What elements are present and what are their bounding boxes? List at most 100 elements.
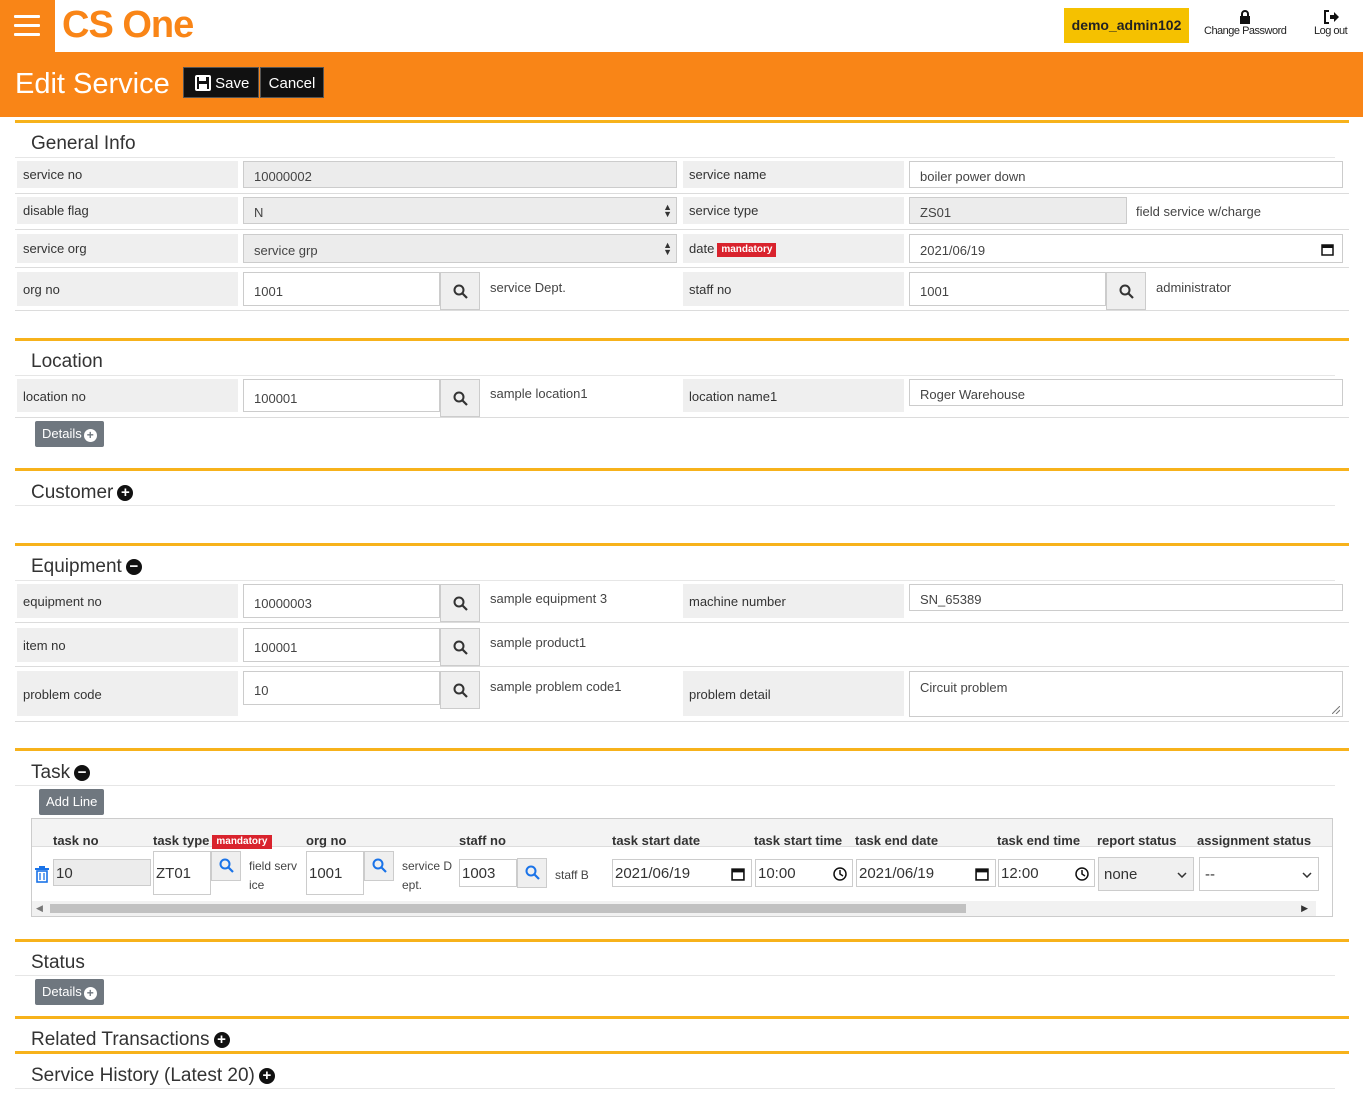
task-staff-search-button[interactable]: [517, 858, 547, 888]
section-divider: [15, 1051, 1349, 1054]
problem-detail-textarea[interactable]: Circuit problem: [909, 671, 1343, 717]
divider: [15, 580, 1335, 581]
staff-no-search-button[interactable]: [1106, 272, 1146, 310]
search-icon: [525, 865, 540, 880]
user-badge[interactable]: demo_admin102: [1064, 8, 1189, 43]
search-icon: [372, 858, 387, 873]
machine-number-field[interactable]: SN_65389: [909, 584, 1343, 611]
chevron-down-icon: [1302, 872, 1312, 878]
clock-icon[interactable]: [833, 867, 847, 881]
calendar-icon[interactable]: [731, 867, 745, 881]
section-divider: [15, 939, 1349, 942]
logout-label: Log out: [1314, 25, 1348, 37]
collapse-icon[interactable]: −: [125, 559, 142, 575]
scroll-left-icon[interactable]: ◀: [36, 903, 43, 914]
col-task-no: task no: [53, 833, 99, 848]
problem-code-search-button[interactable]: [440, 671, 480, 709]
service-org-select[interactable]: service grp ▲ ▼: [243, 234, 677, 263]
task-org-search-button[interactable]: [364, 851, 394, 881]
equipment-no-field[interactable]: 10000003: [243, 584, 440, 618]
add-line-button[interactable]: Add Line: [39, 789, 105, 815]
task-type-field[interactable]: ZT01: [153, 851, 211, 895]
task-end-date-field[interactable]: 2021/06/19: [856, 859, 996, 887]
horizontal-scrollbar[interactable]: ◀ ▶: [32, 901, 1316, 916]
col-task-end-time: task end time: [997, 833, 1081, 848]
service-history-title[interactable]: Service History (Latest 20) +: [31, 1065, 275, 1087]
task-type-search-button[interactable]: [211, 851, 241, 881]
machine-number-label: machine number: [683, 584, 904, 618]
general-info-title: General Info: [31, 133, 136, 154]
equipment-title[interactable]: Equipment −: [31, 556, 142, 578]
related-transactions-title[interactable]: Related Transactions +: [31, 1029, 230, 1051]
item-no-field[interactable]: 100001: [243, 628, 440, 662]
service-no-field[interactable]: 10000002: [243, 161, 677, 188]
date-label: date mandatory: [683, 234, 904, 263]
problem-code-field[interactable]: 10: [243, 671, 440, 705]
service-org-label: service org: [17, 234, 238, 263]
service-name-field[interactable]: boiler power down: [909, 161, 1343, 188]
expand-icon[interactable]: +: [117, 485, 134, 501]
task-end-time-field[interactable]: 12:00: [998, 859, 1095, 887]
expand-icon[interactable]: +: [258, 1068, 275, 1084]
item-no-label: item no: [17, 628, 238, 662]
clock-icon[interactable]: [1075, 867, 1089, 881]
divider: [15, 975, 1335, 976]
equipment-no-search-button[interactable]: [440, 584, 480, 622]
service-type-field[interactable]: ZS01: [909, 197, 1127, 224]
plus-circle-icon: +: [83, 429, 97, 442]
location-details-button[interactable]: Details +: [35, 421, 104, 447]
equipment-no-label: equipment no: [17, 584, 238, 618]
staff-no-field[interactable]: 1001: [909, 272, 1106, 306]
divider: [15, 721, 1349, 722]
plus-circle-icon: +: [83, 987, 97, 1000]
calendar-icon[interactable]: [1321, 243, 1334, 256]
app-logo[interactable]: CS One: [62, 4, 194, 47]
menu-icon[interactable]: [0, 0, 55, 52]
cancel-button[interactable]: Cancel: [260, 67, 324, 98]
task-title[interactable]: Task −: [31, 762, 91, 784]
logout-button[interactable]: Log out: [1314, 10, 1348, 37]
location-no-search-button[interactable]: [440, 379, 480, 417]
divider: [15, 310, 1349, 311]
task-no-field[interactable]: 10: [53, 859, 151, 886]
logout-icon: [1323, 10, 1339, 24]
customer-title[interactable]: Customer +: [31, 482, 134, 504]
task-start-time-field[interactable]: 10:00: [755, 859, 853, 887]
problem-code-label: problem code: [17, 671, 238, 716]
divider: [15, 417, 1349, 418]
save-button[interactable]: Save: [183, 67, 259, 98]
section-divider: [15, 748, 1349, 751]
expand-icon[interactable]: +: [213, 1032, 230, 1048]
task-staff-desc: staff B: [555, 868, 589, 882]
status-details-button[interactable]: Details +: [35, 979, 104, 1005]
org-no-search-button[interactable]: [440, 272, 480, 310]
col-task-type: task type mandatory: [153, 833, 272, 849]
resize-handle-icon[interactable]: [1332, 706, 1340, 714]
trash-icon[interactable]: [35, 866, 49, 883]
disable-flag-select[interactable]: N ▲ ▼: [243, 197, 677, 224]
scroll-right-icon[interactable]: ▶: [1301, 903, 1308, 914]
location-name1-field[interactable]: Roger Warehouse: [909, 379, 1343, 406]
search-icon: [453, 596, 468, 611]
collapse-icon[interactable]: −: [74, 765, 91, 781]
service-no-label: service no: [17, 161, 238, 188]
divider: [15, 157, 1335, 158]
task-start-date-field[interactable]: 2021/06/19: [612, 859, 752, 887]
item-no-search-button[interactable]: [440, 628, 480, 666]
save-label: Save: [215, 75, 250, 92]
scrollbar-thumb[interactable]: [50, 904, 966, 913]
select-arrows-icon: ▲ ▼: [663, 201, 672, 219]
task-staff-no-field[interactable]: 1003: [459, 859, 517, 887]
org-no-label: org no: [17, 272, 238, 306]
report-status-select[interactable]: none: [1098, 857, 1194, 891]
service-type-label: service type: [683, 197, 904, 224]
change-password-button[interactable]: Change Password: [1204, 10, 1287, 37]
problem-detail-label: problem detail: [683, 671, 904, 716]
assignment-status-select[interactable]: --: [1199, 857, 1319, 891]
org-no-field[interactable]: 1001: [243, 272, 440, 306]
task-org-no-field[interactable]: 1001: [306, 851, 364, 895]
calendar-icon[interactable]: [975, 867, 989, 881]
date-field[interactable]: 2021/06/19: [909, 234, 1343, 263]
location-no-field[interactable]: 100001: [243, 379, 440, 412]
search-icon: [453, 683, 468, 698]
